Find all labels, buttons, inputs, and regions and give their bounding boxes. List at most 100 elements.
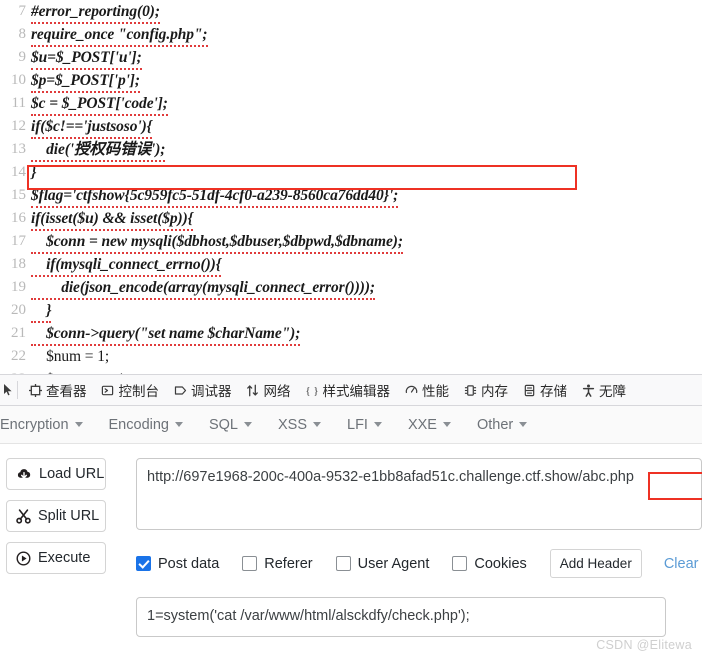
accessibility-icon <box>581 383 595 397</box>
code-text-span: $conn = new mysqli($dbhost,$dbuser,$dbpw… <box>31 232 403 254</box>
checkbox-icon[interactable] <box>335 556 351 571</box>
devtools-tab-style-editor[interactable]: { } 样式编辑器 <box>298 375 398 405</box>
code-line: 22 $num = 1; <box>0 345 702 368</box>
code-line: 10 $p=$_POST['p']; <box>0 69 702 93</box>
devtools-tab-label: 调试器 <box>191 384 232 399</box>
screenshot-root: 7 #error_reporting(0); 8 require_once "conf… <box>0 0 702 662</box>
url-input[interactable]: http://697e1968-200c-400a-9532-e1bb8afad… <box>136 458 702 530</box>
line-number: 21 <box>11 325 26 341</box>
devtools-tab-bar[interactable]: 查看器 控制台 调试器 网络 { } 样式编辑器 性能 内存 存储 无障 <box>0 374 702 406</box>
chevron-down-icon <box>74 422 83 427</box>
split-url-button[interactable]: Split URL <box>6 500 106 532</box>
clear-link[interactable]: Clear <box>664 556 699 572</box>
option-referer[interactable]: Referer <box>242 556 313 572</box>
code-line: 9 $u=$_POST['u']; <box>0 46 702 70</box>
code-line: 16 if(isset($u) && isset($p)){ <box>0 207 702 231</box>
option-cookies[interactable]: Cookies <box>452 556 527 572</box>
code-text: if(mysqli_connect_errno()){ <box>31 253 702 277</box>
chevron-down-icon <box>174 422 183 427</box>
code-line: 20 } <box>0 299 702 323</box>
hackbar-panel: Encryption Encoding SQL XSS LFI XXE Other Load… <box>0 406 702 662</box>
execute-button[interactable]: Execute <box>6 542 106 574</box>
devtools-tab-label: 内存 <box>481 384 508 399</box>
checkbox-icon[interactable] <box>242 556 258 571</box>
code-text: $conn->query("set name $charName"); <box>31 322 702 346</box>
checkbox-icon[interactable] <box>452 556 468 571</box>
code-text-span: } <box>31 301 52 323</box>
devtools-tab-storage[interactable]: 存储 <box>515 375 574 405</box>
devtools-picker-icon[interactable] <box>0 375 14 405</box>
watermark: CSDN @Elitewa <box>596 638 692 652</box>
code-text: die(json_encode(array(mysqli_connect_err… <box>31 276 702 300</box>
hackbar-menu-label: LFI <box>347 416 368 433</box>
storage-icon <box>522 383 536 397</box>
code-text: } <box>31 164 37 181</box>
scissors-icon <box>16 508 31 524</box>
code-text: $c = $_POST['code']; <box>31 92 702 116</box>
code-line: 19 die(json_encode(array(mysqli_connect_… <box>0 276 702 300</box>
hackbar-menu-encoding[interactable]: Encoding <box>96 406 196 443</box>
chevron-down-icon <box>442 422 451 427</box>
code-line: 8 require_once "config.php"; <box>0 23 702 47</box>
code-text: #error_reporting(0); <box>31 0 702 24</box>
memory-icon <box>463 383 477 397</box>
network-icon <box>246 383 260 397</box>
hackbar-menu-label: XXE <box>407 416 437 433</box>
devtools-tab-label: 控制台 <box>118 384 160 399</box>
url-value: http://697e1968-200c-400a-9532-e1bb8afad… <box>147 469 634 485</box>
code-text-span: $c = $_POST['code']; <box>31 94 168 116</box>
code-line: 13 die('授权码错误'); <box>0 138 702 162</box>
hackbar-menu-xss[interactable]: XSS <box>265 406 334 443</box>
code-text-span: $conn->query("set name $charName"); <box>31 324 300 346</box>
php-source-code-view[interactable]: 7 #error_reporting(0); 8 require_once "conf… <box>0 0 702 374</box>
hackbar-fields: http://697e1968-200c-400a-9532-e1bb8afad… <box>110 458 702 637</box>
hackbar-options-row: Post data Referer User Agent Cookies Add He… <box>136 549 702 578</box>
devtools-tab-inspector[interactable]: 查看器 <box>21 375 94 405</box>
line-number: 9 <box>18 49 27 65</box>
devtools-tab-network[interactable]: 网络 <box>239 375 298 405</box>
devtools-tab-debugger[interactable]: 调试器 <box>166 375 239 405</box>
url-highlight-box <box>648 472 702 500</box>
line-number: 17 <box>11 233 26 249</box>
code-text: $conn = new mysqli($dbhost,$dbuser,$dbpw… <box>31 230 702 254</box>
code-text-span: if(mysqli_connect_errno()){ <box>31 255 221 277</box>
code-text: if($c!=='justsoso'){ <box>31 115 702 139</box>
code-text: $num = 1; <box>31 348 110 365</box>
code-line: 11 $c = $_POST['code']; <box>0 92 702 116</box>
hackbar-menu-other[interactable]: Other <box>464 406 540 443</box>
code-text-span: die('授权码错误'); <box>31 140 165 162</box>
devtools-tabs-container: 查看器 控制台 调试器 网络 { } 样式编辑器 性能 内存 存储 无障 <box>21 375 633 405</box>
hackbar-button-label: Load URL <box>39 466 105 482</box>
option-user-agent[interactable]: User Agent <box>335 556 429 572</box>
devtools-tab-memory[interactable]: 内存 <box>456 375 515 405</box>
inspector-icon <box>28 383 42 397</box>
line-number: 16 <box>11 210 26 226</box>
devtools-separator <box>17 381 18 399</box>
checkbox-icon[interactable] <box>136 556 151 571</box>
chevron-down-icon <box>519 422 528 427</box>
devtools-tab-label: 性能 <box>422 384 449 399</box>
code-line: 14} <box>0 161 702 184</box>
performance-icon <box>404 383 418 397</box>
devtools-tab-console[interactable]: 控制台 <box>94 375 167 405</box>
load-url-button[interactable]: Load URL <box>6 458 106 490</box>
hackbar-button-label: Execute <box>38 550 91 566</box>
add-header-button[interactable]: Add Header <box>549 549 642 578</box>
line-number: 14 <box>11 164 26 180</box>
option-post-data[interactable]: Post data <box>136 556 219 572</box>
hackbar-menu-label: Encryption <box>0 416 69 433</box>
code-text: $u=$_POST['u']; <box>31 46 702 70</box>
hackbar-menu-sql[interactable]: SQL <box>196 406 265 443</box>
hackbar-menu-bar[interactable]: Encryption Encoding SQL XSS LFI XXE Other <box>0 406 702 444</box>
devtools-tab-accessibility[interactable]: 无障 <box>574 375 633 405</box>
post-data-value: 1=system('cat /var/www/html/alsckdfy/che… <box>147 608 470 624</box>
hackbar-menu-encryption[interactable]: Encryption <box>0 406 96 443</box>
code-line: 21 $conn->query("set name $charName"); <box>0 322 702 346</box>
post-data-input[interactable]: 1=system('cat /var/www/html/alsckdfy/che… <box>136 597 666 637</box>
code-text: $p=$_POST['p']; <box>31 69 702 93</box>
hackbar-action-buttons: Load URL Split URL Execute <box>0 458 110 637</box>
hackbar-menu-label: Other <box>476 416 514 433</box>
devtools-tab-performance[interactable]: 性能 <box>397 375 456 405</box>
hackbar-menu-lfi[interactable]: LFI <box>334 406 395 443</box>
hackbar-menu-xxe[interactable]: XXE <box>395 406 464 443</box>
